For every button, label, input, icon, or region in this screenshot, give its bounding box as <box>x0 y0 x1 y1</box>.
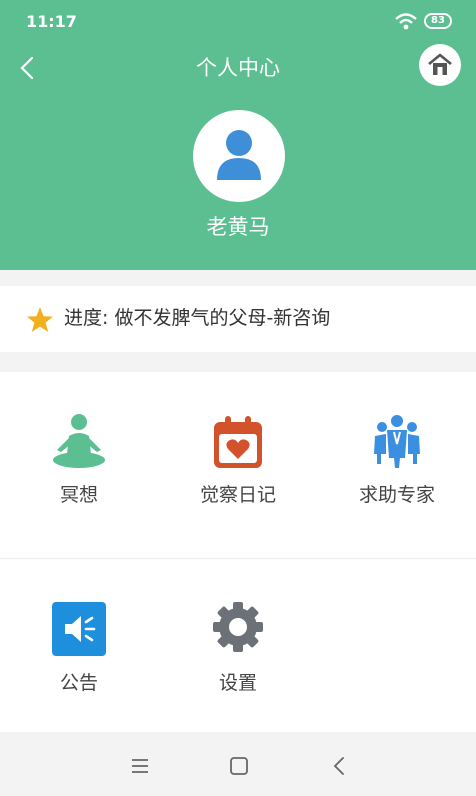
progress-text: 进度: 做不发脾气的父母-新咨询 <box>64 307 331 329</box>
meditation-icon <box>53 414 105 468</box>
feature-label: 冥想 <box>59 484 98 506</box>
feature-label: 公告 <box>59 672 98 694</box>
username: 老黄马 <box>206 215 270 239</box>
profile-header: 11:17 83 个人中心 老黄马 <box>0 0 476 270</box>
system-nav-bar <box>0 738 476 796</box>
feature-experts[interactable]: 求助专家 <box>318 372 476 506</box>
feature-label: 求助专家 <box>358 484 435 506</box>
status-time: 11:17 <box>26 12 77 31</box>
star-icon <box>27 307 53 332</box>
home-square-icon <box>428 53 452 75</box>
feature-label: 觉察日记 <box>199 484 276 506</box>
home-button[interactable] <box>419 44 461 86</box>
experts-icon <box>374 415 420 468</box>
feature-announcement[interactable]: 公告 <box>0 560 158 694</box>
battery-indicator: 83 <box>424 13 452 29</box>
feature-label: 设置 <box>218 672 257 694</box>
progress-row[interactable]: 进度: 做不发脾气的父母-新咨询 <box>0 286 476 352</box>
feature-grid: 冥想 觉察日记 求助专家 公告 设置 <box>0 372 476 732</box>
avatar[interactable] <box>193 110 285 202</box>
home-square-nav-icon[interactable] <box>229 756 249 776</box>
back-nav-icon[interactable] <box>330 756 350 776</box>
feature-meditation[interactable]: 冥想 <box>0 372 158 506</box>
speaker-icon <box>52 602 106 656</box>
status-bar: 11:17 83 <box>0 0 476 44</box>
grid-divider <box>0 558 476 559</box>
wifi-icon <box>395 13 417 30</box>
feature-diary[interactable]: 觉察日记 <box>159 372 317 506</box>
feature-settings[interactable]: 设置 <box>159 560 317 694</box>
user-icon <box>217 130 261 180</box>
calendar-heart-icon <box>214 416 262 468</box>
page-title: 个人中心 <box>196 56 280 80</box>
gear-icon <box>213 602 263 652</box>
menu-icon[interactable] <box>130 756 150 776</box>
